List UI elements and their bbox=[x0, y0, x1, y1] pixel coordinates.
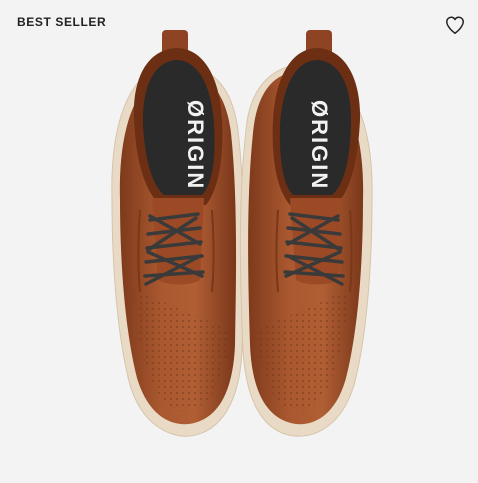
heart-outline-icon bbox=[446, 16, 464, 34]
product-card[interactable]: ØRIGIN ØRIGIN BEST SELLER bbox=[0, 0, 478, 483]
product-image[interactable]: ØRIGIN ØRIGIN bbox=[0, 0, 478, 483]
left-shoe: ØRIGIN bbox=[111, 30, 245, 437]
wishlist-button[interactable] bbox=[442, 12, 468, 38]
best-seller-badge: BEST SELLER bbox=[17, 15, 107, 29]
right-shoe: ØRIGIN bbox=[239, 30, 373, 437]
insole-brand-text-right: ØRIGIN bbox=[307, 100, 332, 190]
insole-brand-text: ØRIGIN bbox=[183, 100, 208, 190]
